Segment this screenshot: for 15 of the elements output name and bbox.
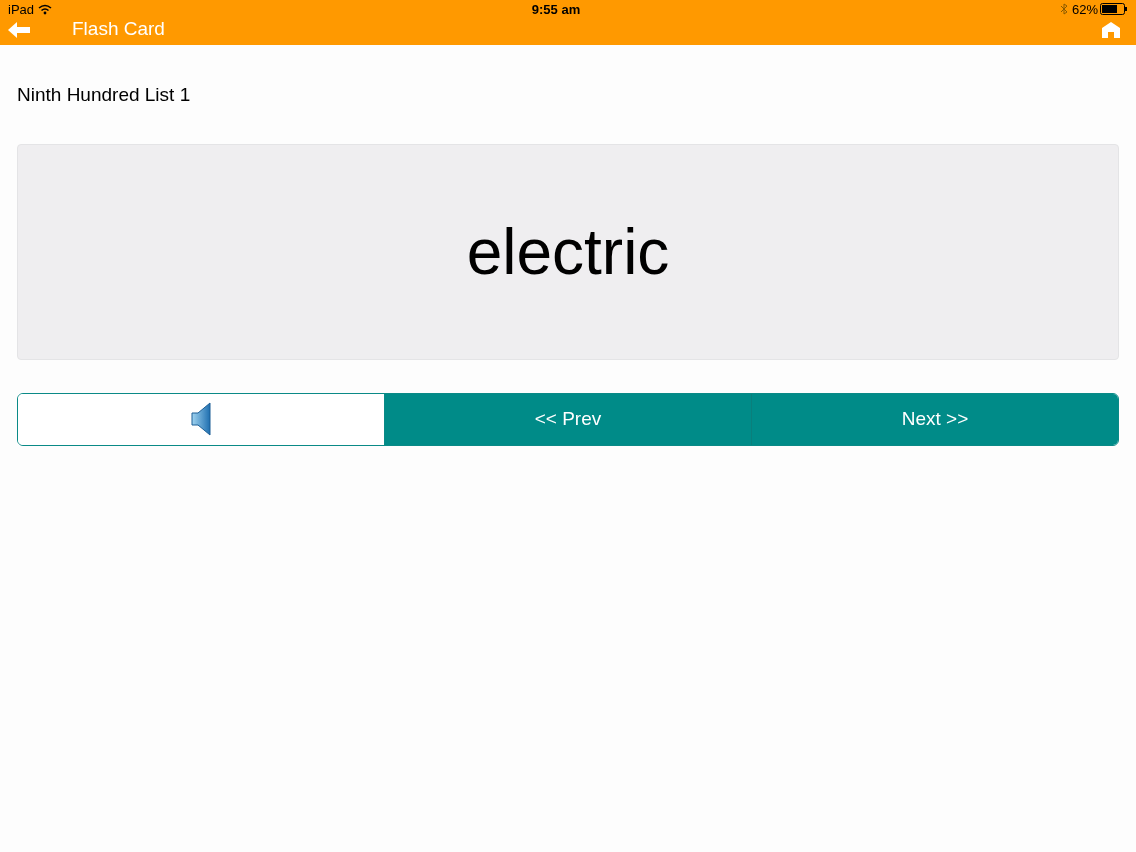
wifi-icon (38, 3, 53, 15)
card-word: electric (466, 214, 670, 290)
back-arrow-icon[interactable] (8, 21, 30, 38)
device-label: iPad (8, 2, 35, 16)
list-title: Ninth Hundred List 1 (17, 83, 192, 107)
speaker-icon (191, 402, 211, 436)
battery-icon (1100, 3, 1128, 15)
nav-button[interactable]: Next >> (752, 393, 1118, 445)
speaker-button[interactable] (18, 393, 385, 445)
screen-title: Flash Card (72, 17, 165, 42)
nav-button[interactable]: << Prev (385, 393, 752, 445)
battery-percent: 62% (1071, 2, 1098, 16)
bluetooth-icon (1059, 3, 1068, 15)
home-icon[interactable] (1102, 21, 1120, 38)
clock-time: 9:55 am (530, 2, 582, 16)
